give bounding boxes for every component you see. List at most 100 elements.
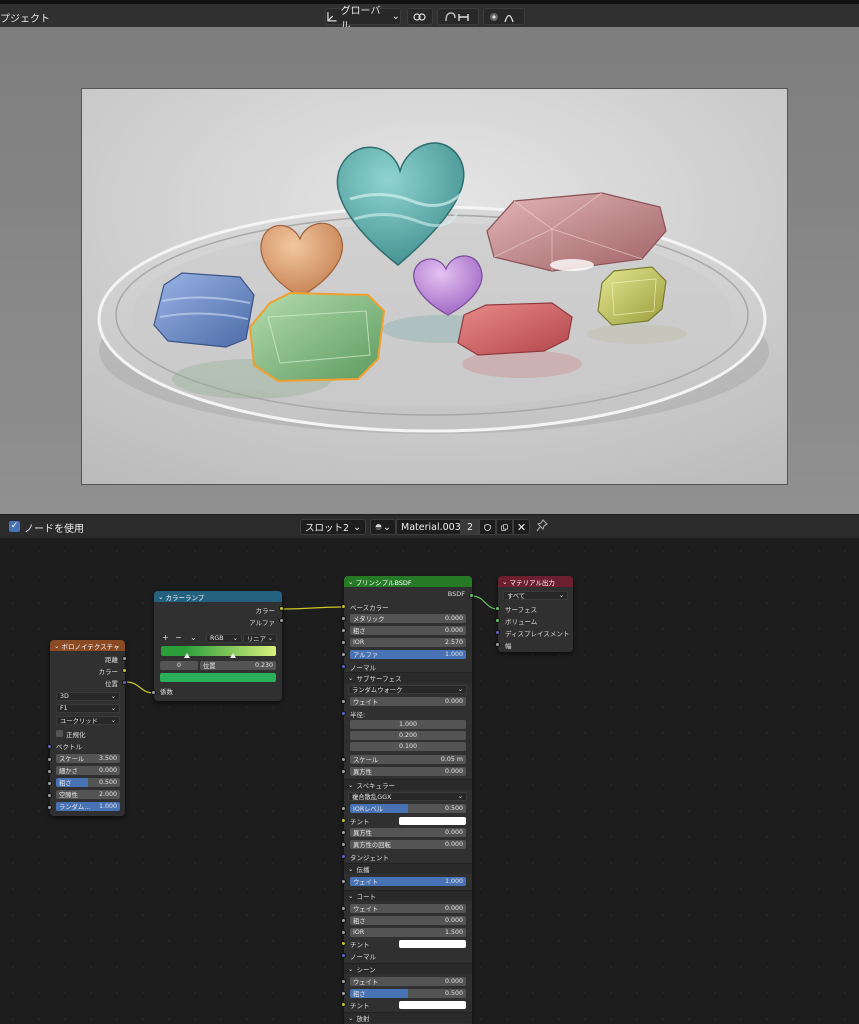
- socket-distance[interactable]: [122, 656, 127, 661]
- socket-roughness-in[interactable]: [47, 781, 52, 786]
- anisotropic-field[interactable]: 異方性 0.000: [350, 828, 466, 837]
- anisotropic-rotation-field[interactable]: 異方性の回転 0.000: [350, 840, 466, 849]
- socket-ior-in[interactable]: [341, 640, 346, 645]
- socket-randomness-in[interactable]: [47, 805, 52, 810]
- socket-bsdf-out[interactable]: [469, 593, 474, 598]
- sheen-roughness-field[interactable]: 粗さ 0.500: [350, 989, 466, 998]
- collapse-chevron-icon[interactable]: ⌄: [158, 593, 163, 601]
- socket-color[interactable]: [122, 668, 127, 673]
- node-header[interactable]: ⌄ プリンシプルBSDF: [344, 576, 472, 587]
- radius-z-field[interactable]: 0.100: [350, 742, 466, 751]
- sheen-tint-swatch[interactable]: [399, 1001, 466, 1009]
- socket-coat-weight-in[interactable]: [341, 906, 346, 911]
- remove-stop-button[interactable]: −: [175, 633, 182, 642]
- transmission-panel-header[interactable]: ⌄ 伝播: [344, 863, 472, 874]
- socket-coat-tint-in[interactable]: [341, 941, 346, 946]
- stop-position-field[interactable]: 位置 0.230: [200, 661, 276, 670]
- collapse-chevron-icon[interactable]: ⌄: [348, 578, 353, 586]
- material-slot-dropdown[interactable]: スロット2 ⌄: [300, 519, 366, 535]
- transmission-weight-field[interactable]: ウェイト 1.000: [350, 877, 466, 886]
- subsurface-weight-field[interactable]: ウェイト 0.000: [350, 697, 466, 706]
- node-header[interactable]: ⌄ ボロノイテクスチャ: [50, 640, 125, 651]
- socket-sheen-tint-in[interactable]: [341, 1002, 346, 1007]
- proportional-editing-dropdown[interactable]: [483, 8, 525, 25]
- specular-panel-header[interactable]: ⌄ スペキュラー: [344, 779, 472, 790]
- socket-ss-scale-in[interactable]: [341, 757, 346, 762]
- color-ramp-gradient[interactable]: [161, 646, 276, 656]
- socket-aniso-rot-in[interactable]: [341, 842, 346, 847]
- distribution-select[interactable]: 複合散乱GGX ⌄: [348, 792, 467, 801]
- fake-user-button[interactable]: [479, 519, 496, 535]
- socket-detail-in[interactable]: [47, 769, 52, 774]
- user-count[interactable]: 2: [461, 519, 479, 535]
- principled-bsdf-node[interactable]: ⌄ プリンシプルBSDF BSDF ベースカラー メタリック 0.000 粗さ 0.…: [344, 576, 472, 1024]
- radius-x-field[interactable]: 1.000: [350, 720, 466, 729]
- socket-ramp-color-out[interactable]: [279, 606, 284, 611]
- sheen-weight-field[interactable]: ウェイト 0.000: [350, 977, 466, 986]
- socket-roughness-in[interactable]: [341, 628, 346, 633]
- material-name-field[interactable]: Material.003: [396, 519, 461, 535]
- coat-ior-field[interactable]: IOR 1.500: [350, 928, 466, 937]
- render-target-select[interactable]: すべて ⌄: [503, 591, 568, 600]
- ramp-stop-marker[interactable]: [184, 653, 190, 658]
- lacunarity-field[interactable]: 空隙性 2.000: [56, 790, 120, 799]
- distance-metric-select[interactable]: ユークリッド ⌄: [56, 716, 120, 725]
- specular-tint-swatch[interactable]: [399, 817, 466, 825]
- socket-basecolor-in[interactable]: [341, 604, 346, 609]
- socket-coat-ior-in[interactable]: [341, 930, 346, 935]
- subsurface-method-select[interactable]: ランダムウォーク ⌄: [348, 685, 467, 694]
- node-header[interactable]: ⌄ マテリアル出力: [498, 576, 573, 587]
- socket-sheen-rough-in[interactable]: [341, 991, 346, 996]
- socket-vector-in[interactable]: [47, 744, 52, 749]
- browse-material-button[interactable]: ⌄: [370, 519, 396, 535]
- ior-level-field[interactable]: IORレベル 0.500: [350, 804, 466, 813]
- alpha-field[interactable]: アルファ 1.000: [350, 650, 466, 659]
- snapping-dropdown[interactable]: [437, 8, 479, 25]
- emission-panel-header[interactable]: ⌄ 放射: [344, 1012, 472, 1023]
- socket-surface-in[interactable]: [495, 606, 500, 611]
- add-stop-button[interactable]: +: [162, 633, 169, 642]
- feature-select[interactable]: F1 ⌄: [56, 704, 120, 713]
- socket-position[interactable]: [122, 680, 127, 685]
- pivot-point-dropdown[interactable]: [407, 8, 433, 25]
- interpolation-select[interactable]: リニア ⌄: [243, 634, 277, 643]
- socket-coat-rough-in[interactable]: [341, 918, 346, 923]
- subsurface-scale-field[interactable]: スケール 0.05 m: [350, 755, 466, 764]
- socket-ramp-fac-in[interactable]: [151, 690, 156, 695]
- subsurface-panel-header[interactable]: ⌄ サブサーフェス: [344, 672, 472, 683]
- scale-field[interactable]: スケール 3.500: [56, 754, 120, 763]
- socket-ior-level-in[interactable]: [341, 806, 346, 811]
- socket-ss-weight-in[interactable]: [341, 699, 346, 704]
- color-mode-select[interactable]: RGB ⌄: [206, 634, 242, 643]
- ramp-stop-marker[interactable]: [230, 653, 236, 658]
- 3d-viewport[interactable]: [0, 27, 859, 514]
- coat-weight-field[interactable]: ウェイト 0.000: [350, 904, 466, 913]
- socket-spec-tint-in[interactable]: [341, 818, 346, 823]
- socket-alpha-in[interactable]: [341, 652, 346, 657]
- radius-y-field[interactable]: 0.200: [350, 731, 466, 740]
- socket-volume-in[interactable]: [495, 618, 500, 623]
- stop-index-field[interactable]: 0: [160, 661, 198, 670]
- color-ramp-node[interactable]: ⌄ カラーランプ カラー アルファ + − ⌄ RGB ⌄ リニア ⌄ 0 位置 0.…: [154, 591, 282, 701]
- ior-field[interactable]: IOR 2.570: [350, 638, 466, 647]
- socket-coat-normal-in[interactable]: [341, 953, 346, 958]
- voronoi-texture-node[interactable]: ⌄ ボロノイテクスチャ 距離 カラー 位置 3D ⌄ F1 ⌄ ユークリッド ⌄ 正規…: [50, 640, 125, 816]
- socket-lacunarity-in[interactable]: [47, 793, 52, 798]
- use-nodes-checkbox[interactable]: ✓: [9, 521, 20, 532]
- socket-trans-weight-in[interactable]: [341, 879, 346, 884]
- roughness-field[interactable]: 粗さ 0.000: [350, 626, 466, 635]
- sheen-panel-header[interactable]: ⌄ シーン: [344, 963, 472, 974]
- pin-button[interactable]: [536, 519, 550, 535]
- coat-roughness-field[interactable]: 粗さ 0.000: [350, 916, 466, 925]
- socket-tangent-in[interactable]: [341, 854, 346, 859]
- normalize-checkbox[interactable]: [56, 730, 63, 737]
- unlink-material-button[interactable]: ✕: [513, 519, 530, 535]
- socket-ss-aniso-in[interactable]: [341, 769, 346, 774]
- socket-thickness-in[interactable]: [495, 642, 500, 647]
- node-editor-canvas[interactable]: ⌄ ボロノイテクスチャ 距離 カラー 位置 3D ⌄ F1 ⌄ ユークリッド ⌄ 正規…: [0, 538, 859, 1024]
- metallic-field[interactable]: メタリック 0.000: [350, 614, 466, 623]
- coat-panel-header[interactable]: ⌄ コート: [344, 890, 472, 901]
- socket-sheen-weight-in[interactable]: [341, 979, 346, 984]
- stop-color-swatch[interactable]: [160, 673, 276, 682]
- roughness-field[interactable]: 粗さ 0.500: [56, 778, 120, 787]
